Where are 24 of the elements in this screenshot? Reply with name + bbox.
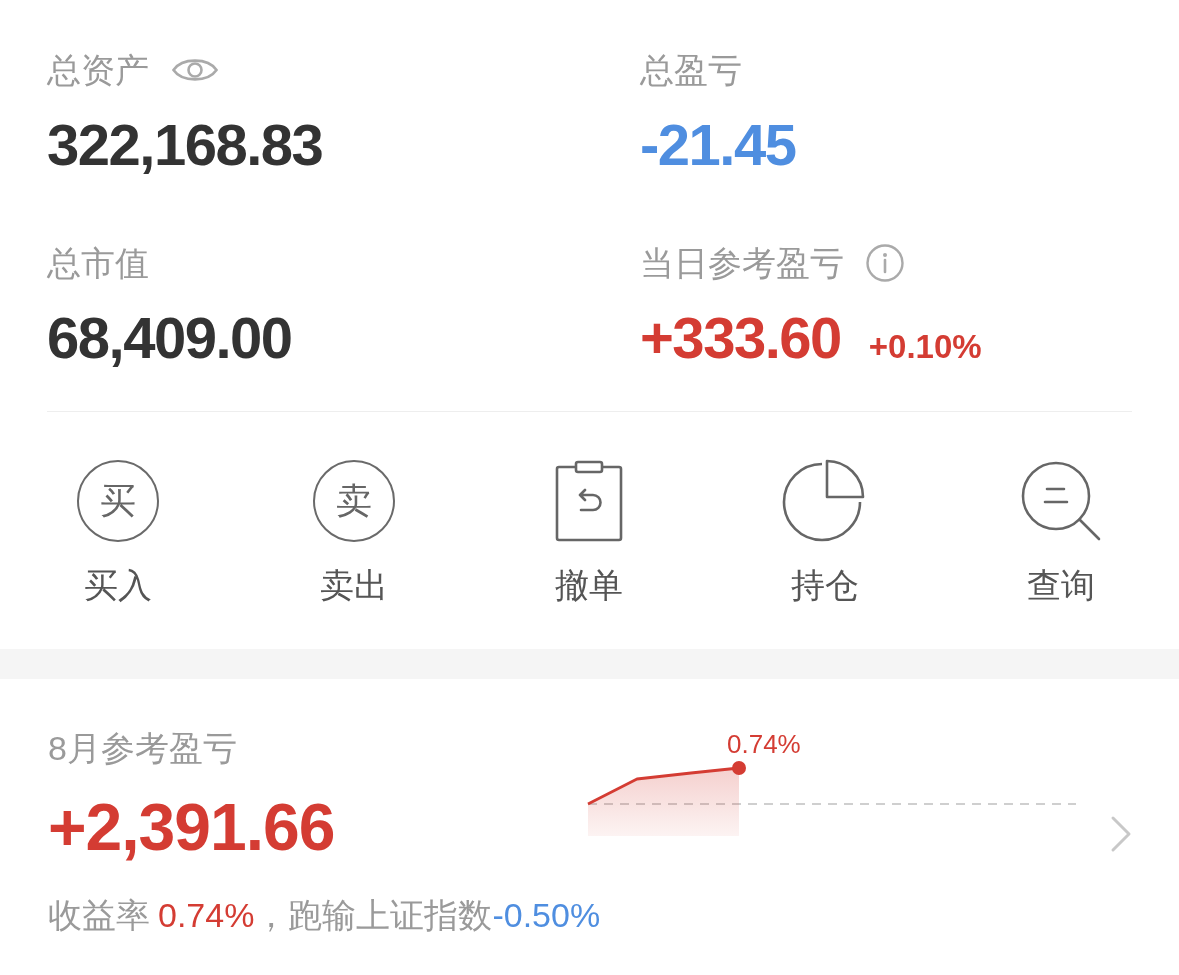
- stat-value: 322,168.83: [47, 112, 323, 178]
- sparkline-end-label: 0.74%: [727, 729, 801, 759]
- stat-change: +0.10%: [868, 327, 982, 367]
- action-button[interactable]: 持仓: [782, 459, 869, 605]
- monthly-title: 8月参考盈亏: [48, 728, 238, 768]
- monthly-value: +2,391.66: [48, 791, 336, 863]
- action-button[interactable]: 撤单: [554, 459, 625, 605]
- action-button[interactable]: 买 买入: [76, 459, 159, 605]
- circled-character-icon: 买: [76, 460, 159, 542]
- circled-character-icon: 卖: [312, 460, 395, 542]
- stat-label: 总盈亏: [640, 50, 742, 90]
- stat-label: 总资产: [47, 50, 149, 90]
- info-icon[interactable]: [866, 244, 904, 282]
- action-button[interactable]: 查询: [1020, 459, 1103, 605]
- chevron-right-icon[interactable]: [1110, 815, 1132, 853]
- stat-value: 68,409.00: [47, 305, 292, 371]
- search-icon: [1020, 460, 1103, 542]
- stat-label: 当日参考盈亏: [640, 243, 844, 283]
- clipboard-icon: [554, 460, 625, 542]
- stat-label: 总市值: [47, 243, 149, 283]
- stat-value: -21.45: [640, 112, 796, 178]
- stat-value: +333.60: [640, 305, 841, 371]
- action-button[interactable]: 卖 卖出: [312, 459, 395, 605]
- return-summary: 收益率 0.74%，跑输上证指数-0.50%: [48, 895, 601, 935]
